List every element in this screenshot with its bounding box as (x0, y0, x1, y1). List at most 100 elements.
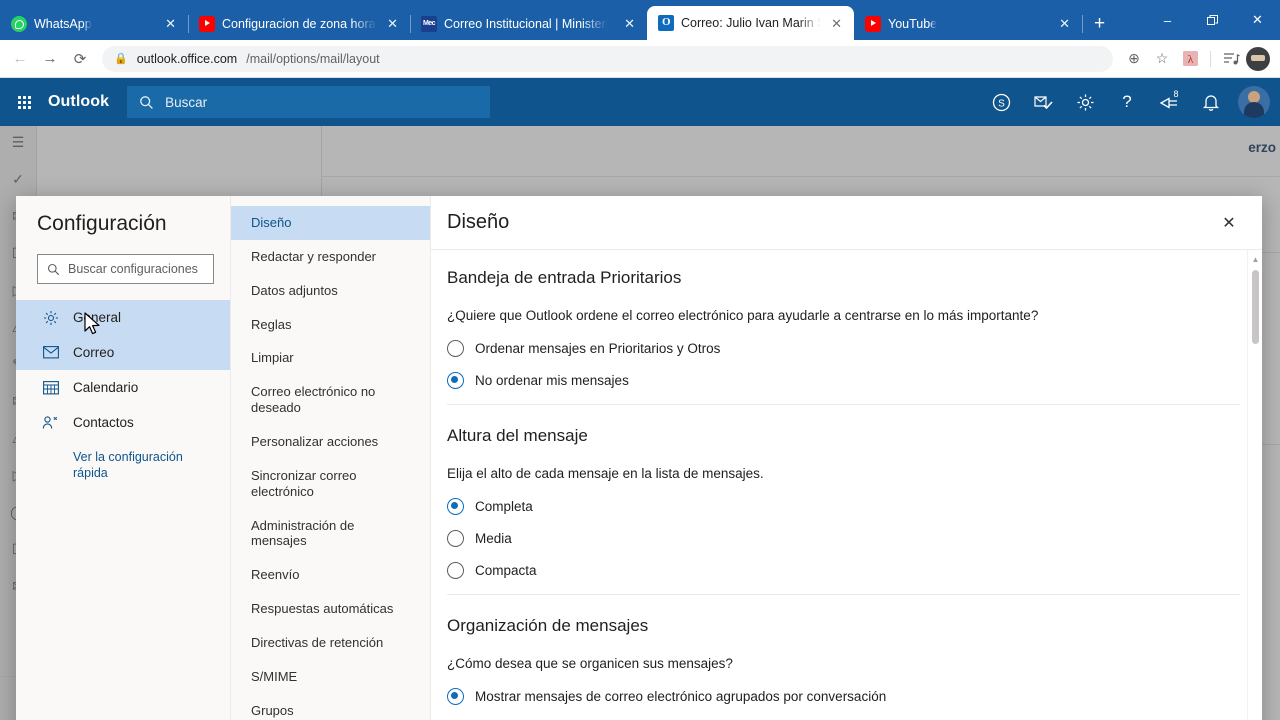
category-sincronizar-correo[interactable]: Sincronizar correo electrónico (231, 459, 430, 509)
help-icon[interactable]: ? (1108, 82, 1146, 122)
tab-separator (1082, 15, 1083, 33)
scrollbar-thumb[interactable] (1252, 270, 1259, 344)
category-smime[interactable]: S/MIME (231, 660, 430, 694)
acrobat-glyph: λ (1182, 51, 1198, 66)
gear-glyph (43, 310, 58, 325)
tab-close-button[interactable]: ✕ (621, 15, 638, 32)
sidebar-item-contactos[interactable]: Contactos (16, 405, 230, 440)
settings-detail-scroll-area[interactable]: Bandeja de entrada Prioritarios ¿Quiere … (431, 250, 1262, 720)
settings-detail-header: Diseño ✕ (431, 196, 1262, 250)
browser-tab-youtube[interactable]: YouTube ✕ (854, 7, 1083, 40)
radio-label: No ordenar mis mensajes (475, 373, 629, 388)
tab-title: Correo Institucional | Ministeri (444, 16, 609, 31)
radio-agrupar-por-conversacion[interactable]: Mostrar mensajes de correo electrónico a… (447, 688, 1238, 705)
scrollbar-up-arrow[interactable]: ▲ (1248, 252, 1262, 267)
radio-altura-compacta[interactable]: Compacta (447, 562, 1238, 579)
waffle-dots (17, 95, 31, 109)
radio-indicator (447, 340, 464, 357)
window-close-button[interactable]: ✕ (1235, 4, 1280, 36)
sidebar-item-label: General (73, 310, 122, 325)
window-restore-button[interactable] (1190, 4, 1235, 36)
category-respuestas-automaticas[interactable]: Respuestas automáticas (231, 592, 430, 626)
gear-icon (42, 310, 59, 326)
sidebar-item-correo[interactable]: Correo (16, 335, 230, 370)
outlook-web-app: Outlook Buscar S ? 8 ☰ ✓ erzo Configurac… (0, 78, 1280, 720)
radio-indicator (447, 498, 464, 515)
window-minimize-button[interactable]: – (1145, 4, 1190, 36)
category-personalizar-acciones[interactable]: Personalizar acciones (231, 425, 430, 459)
envelope-glyph (42, 346, 59, 359)
settings-scrollbar[interactable]: ▲ ▼ (1247, 250, 1262, 720)
user-avatar[interactable] (1238, 86, 1270, 118)
category-limpiar[interactable]: Limpiar (231, 341, 430, 375)
window-controls: – ✕ (1145, 4, 1280, 36)
sidebar-item-calendario[interactable]: Calendario (16, 370, 230, 405)
radio-indicator (447, 372, 464, 389)
search-icon (140, 95, 154, 109)
reading-pane-divider (322, 176, 1280, 177)
address-bar-input[interactable]: 🔒 outlook.office.com/mail/options/mail/l… (102, 45, 1113, 72)
outlook-brand-label[interactable]: Outlook (48, 93, 127, 111)
add-to-collection-icon[interactable]: ⊕ (1121, 46, 1147, 72)
browser-tab-correo-outlook[interactable]: Correo: Julio Ivan Marin Sanch ✕ (647, 6, 854, 40)
category-redactar-responder[interactable]: Redactar y responder (231, 240, 430, 274)
new-tab-button[interactable]: + (1082, 14, 1117, 33)
mark-all-read-icon[interactable] (1024, 82, 1062, 122)
sidebar-item-general[interactable]: General (16, 300, 230, 335)
profile-avatar[interactable] (1246, 46, 1270, 71)
radio-label: Completa (475, 499, 533, 514)
skype-icon[interactable]: S (982, 82, 1020, 122)
calendar-icon (42, 380, 59, 395)
tab-title: YouTube (888, 16, 938, 31)
background-right-fragment: erzo (1248, 140, 1276, 155)
reload-button[interactable]: ⟳ (66, 45, 94, 73)
bell-glyph (1202, 94, 1220, 111)
section-divider (447, 404, 1240, 405)
gear-settings-icon[interactable] (1066, 82, 1104, 122)
tab-close-button[interactable]: ✕ (384, 15, 401, 32)
notifications-bell-icon[interactable] (1192, 82, 1230, 122)
svg-text:λ: λ (1187, 52, 1193, 66)
section-divider (447, 594, 1240, 595)
hamburger-icon[interactable]: ☰ (12, 134, 25, 151)
back-button[interactable]: ← (6, 45, 34, 73)
radio-altura-completa[interactable]: Completa (447, 498, 1238, 515)
category-datos-adjuntos[interactable]: Datos adjuntos (231, 274, 430, 308)
section-organizacion-mensajes: Organización de mensajes ¿Cómo desea que… (447, 616, 1262, 705)
quick-settings-link[interactable]: Ver la configuración rápida (16, 440, 230, 481)
category-correo-no-deseado[interactable]: Correo electrónico no deseado (231, 375, 430, 425)
category-reenvio[interactable]: Reenvío (231, 558, 430, 592)
checkmark-icon[interactable]: ✓ (12, 171, 24, 188)
feedback-icon[interactable]: 8 (1150, 82, 1188, 122)
skype-glyph: S (992, 93, 1010, 111)
browser-tab-whatsapp[interactable]: WhatsApp ✕ (0, 7, 189, 40)
sidebar-item-label: Calendario (73, 380, 139, 395)
radio-ordenar-prioritarios-otros[interactable]: Ordenar mensajes en Prioritarios y Otros (447, 340, 1238, 357)
mark-read-glyph (1034, 95, 1053, 109)
radio-altura-media[interactable]: Media (447, 530, 1238, 547)
adobe-acrobat-icon[interactable]: λ (1177, 46, 1203, 72)
settings-search-input[interactable]: Buscar configuraciones (37, 254, 214, 284)
settings-dialog: Configuración Buscar configuraciones Gen… (16, 196, 1262, 720)
radio-indicator (447, 688, 464, 705)
close-icon[interactable]: ✕ (1214, 208, 1244, 238)
browser-tab-correo-institucional[interactable]: Mec Correo Institucional | Ministeri ✕ (410, 7, 648, 40)
tab-close-button[interactable]: ✕ (828, 15, 845, 32)
category-reglas[interactable]: Reglas (231, 308, 430, 342)
tab-close-button[interactable]: ✕ (162, 15, 179, 32)
browser-toolbar-icons: ⊕ ☆ λ (1121, 46, 1270, 72)
outlook-search-input[interactable]: Buscar (127, 86, 491, 118)
bookmark-star-icon[interactable]: ☆ (1149, 46, 1175, 72)
category-administracion-mensajes[interactable]: Administración de mensajes (231, 509, 430, 559)
category-grupos[interactable]: Grupos (231, 694, 430, 720)
browser-urlbar: ← → ⟳ 🔒 outlook.office.com/mail/options/… (0, 40, 1280, 78)
app-launcher-icon[interactable] (0, 78, 48, 126)
reading-list-icon[interactable] (1218, 46, 1244, 72)
browser-tab-zona-horaria[interactable]: Configuracion de zona horaria ✕ (188, 7, 411, 40)
radio-no-ordenar-mensajes[interactable]: No ordenar mis mensajes (447, 372, 1238, 389)
tab-close-button[interactable]: ✕ (1056, 15, 1073, 32)
page-title: Diseño (447, 211, 510, 233)
category-directivas-retencion[interactable]: Directivas de retención (231, 626, 430, 660)
forward-button[interactable]: → (36, 45, 64, 73)
category-diseno[interactable]: Diseño (231, 206, 430, 240)
